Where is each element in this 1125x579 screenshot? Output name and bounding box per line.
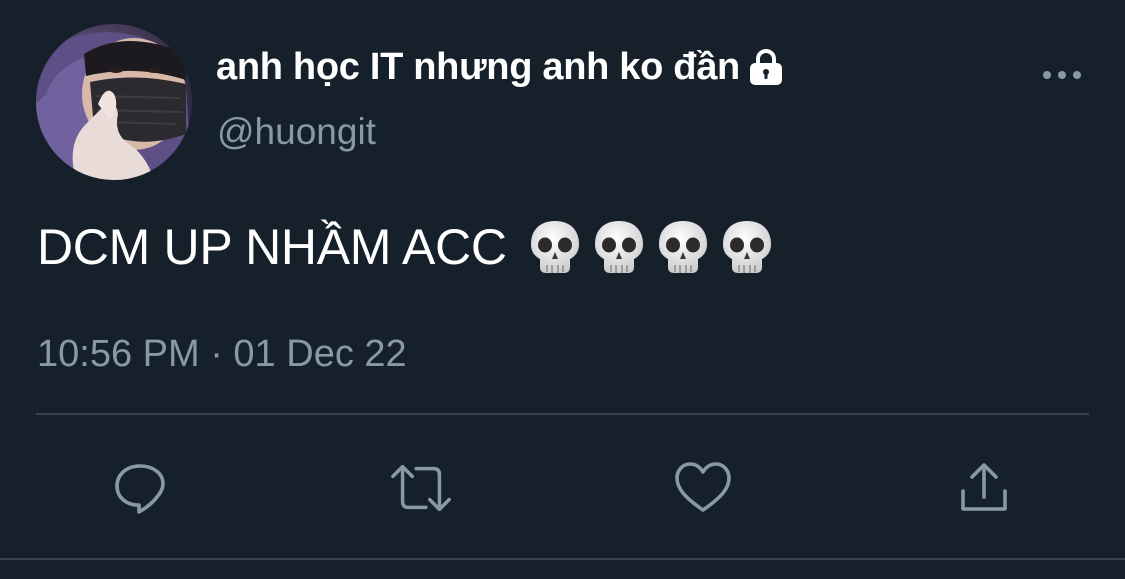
retweet-icon: [391, 464, 451, 512]
reply-button[interactable]: [108, 456, 172, 520]
skull-icon: [594, 221, 643, 273]
more-dots-icon: [1043, 71, 1081, 79]
tweet-text: DCM UP NHẦM ACC: [37, 218, 773, 276]
retweet-button[interactable]: [389, 456, 453, 520]
skull-icon: [530, 221, 579, 273]
heart-icon: [675, 462, 731, 512]
more-options-button[interactable]: [1038, 60, 1086, 90]
like-button[interactable]: [671, 456, 735, 520]
display-name-row: anh học IT nhưng anh ko đần: [216, 44, 786, 90]
bottom-divider: [0, 558, 1125, 560]
skull-icon: [658, 221, 707, 273]
divider: [36, 413, 1089, 415]
speech-bubble-icon: [115, 464, 165, 514]
share-icon: [961, 463, 1007, 511]
avatar[interactable]: [36, 24, 192, 180]
tweet-timestamp[interactable]: 10:56 PM · 01 Dec 22: [37, 333, 407, 376]
skull-icon: [722, 221, 771, 273]
share-button[interactable]: [952, 456, 1016, 520]
user-handle[interactable]: @huongit: [217, 111, 376, 153]
display-name[interactable]: anh học IT nhưng anh ko đần: [216, 46, 740, 89]
lock-icon: [746, 47, 786, 87]
tweet-card: anh học IT nhưng anh ko đần @huongit DCM…: [0, 0, 1125, 579]
tweet-body: DCM UP NHẦM ACC: [37, 219, 507, 275]
emoji-group: [529, 219, 773, 275]
